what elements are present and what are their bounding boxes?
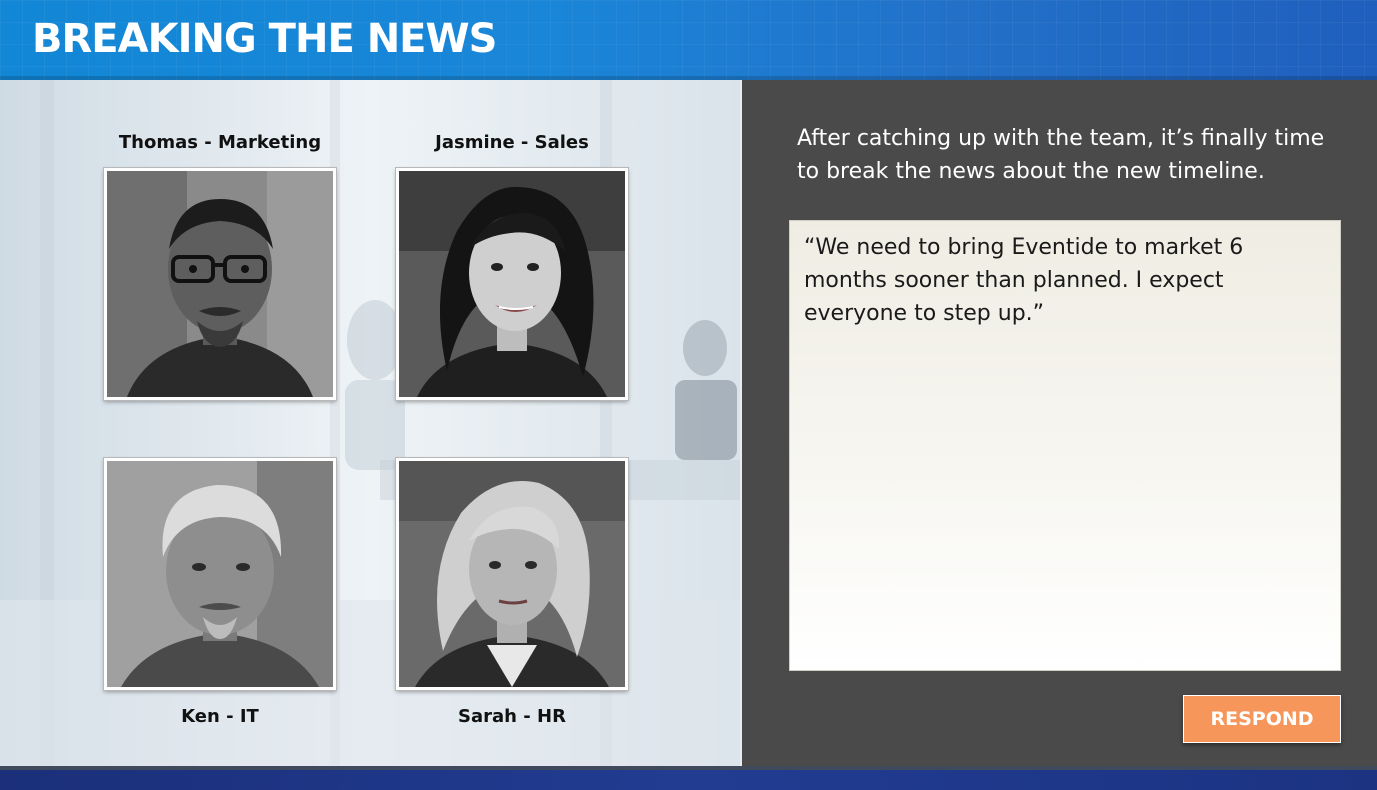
member-name-thomas: Thomas - Marketing (118, 132, 322, 153)
quote-box: “We need to bring Eventide to market 6 m… (789, 220, 1341, 671)
dialog-panel: After catching up with the team, it’s fi… (742, 80, 1377, 766)
header-banner: BREAKING THE NEWS (0, 0, 1377, 80)
bottom-bar (0, 766, 1377, 790)
member-name-jasmine: Jasmine - Sales (435, 132, 589, 153)
page-title: BREAKING THE NEWS (32, 16, 497, 62)
portrait-jasmine-icon[interactable] (395, 167, 629, 401)
scenario-prompt: After catching up with the team, it’s fi… (797, 126, 1325, 184)
portrait-ken-icon[interactable] (103, 457, 337, 691)
portrait-thomas-icon[interactable] (103, 167, 337, 401)
member-name-ken: Ken - IT (181, 706, 259, 727)
team-panel: Thomas - Marketing Jasmine - Sales Ken -… (0, 80, 740, 766)
quote-text: “We need to bring Eventide to market 6 m… (804, 235, 1244, 326)
portrait-sarah-icon[interactable] (395, 457, 629, 691)
respond-button[interactable]: RESPOND (1183, 695, 1341, 743)
member-name-sarah: Sarah - HR (458, 706, 566, 727)
